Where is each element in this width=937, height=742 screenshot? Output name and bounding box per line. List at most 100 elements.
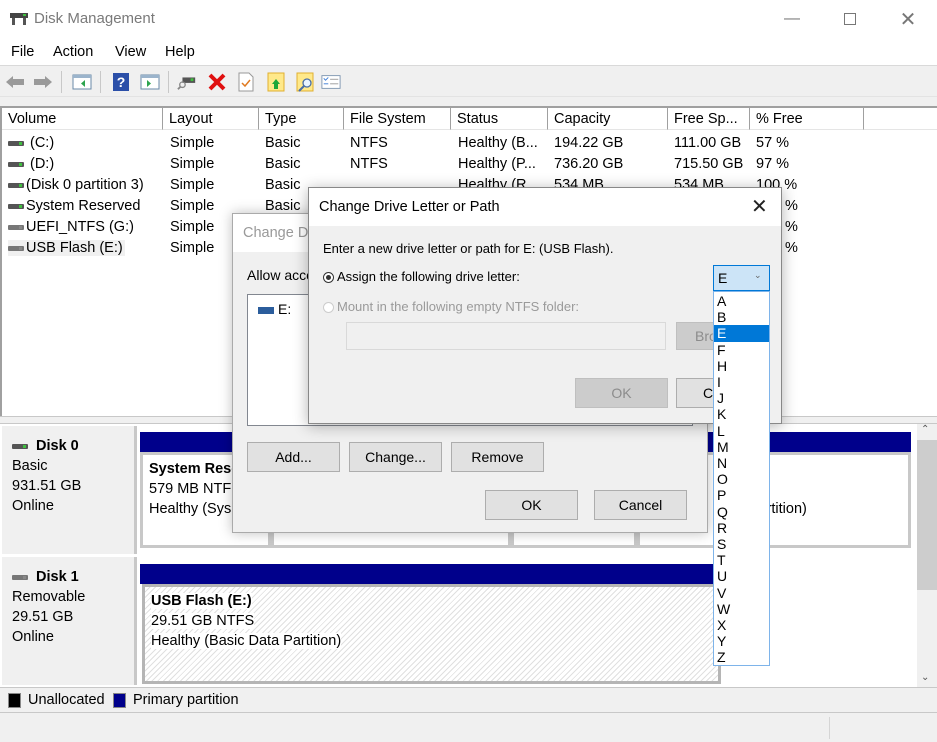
- drive-letter-option[interactable]: P: [714, 487, 769, 503]
- drive-letter-option[interactable]: U: [714, 568, 769, 584]
- check-button[interactable]: [236, 72, 256, 92]
- drive-letter-option[interactable]: N: [714, 455, 769, 471]
- pct-cell: %: [785, 240, 798, 256]
- dialog-prompt: Enter a new drive letter or path for E: …: [323, 241, 614, 256]
- menu-bar: File Action View Help: [0, 38, 937, 66]
- scrollbar-thumb[interactable]: [917, 440, 937, 590]
- drive-letter-option[interactable]: Y: [714, 633, 769, 649]
- scroll-up-icon[interactable]: ⌃: [921, 424, 929, 435]
- drive-letter-option[interactable]: S: [714, 536, 769, 552]
- change-drive-letter-or-path-dialog: Change Drive Letter or Path ✕ Enter a ne…: [308, 187, 782, 424]
- menu-action[interactable]: Action: [53, 44, 93, 60]
- show-hide-console-tree-icon: [72, 74, 92, 90]
- drive-letter-option[interactable]: B: [714, 309, 769, 325]
- drive-letter-option[interactable]: Z: [714, 649, 769, 665]
- drive-icon: [8, 140, 24, 146]
- partition-usb-flash[interactable]: USB Flash (E:) 29.51 GB NTFS Healthy (Ba…: [142, 584, 721, 684]
- close-button[interactable]: ✕: [879, 0, 937, 38]
- maximize-button[interactable]: [821, 0, 879, 38]
- disk-kind: Removable: [12, 589, 86, 605]
- drive-letter-option[interactable]: W: [714, 601, 769, 617]
- delete-icon: [208, 73, 226, 91]
- ok-button[interactable]: OK: [485, 490, 578, 520]
- drive-letter-option[interactable]: J: [714, 390, 769, 406]
- mount-folder-radio[interactable]: [323, 302, 334, 313]
- drive-letter-option[interactable]: Q: [714, 504, 769, 520]
- disk-management-app-icon: [10, 13, 28, 25]
- minimize-button[interactable]: —: [763, 0, 821, 38]
- drive-letter-option[interactable]: A: [714, 293, 769, 309]
- folder-path-input[interactable]: [346, 322, 666, 350]
- disk-1-label[interactable]: Disk 1 Removable 29.51 GB Online: [2, 557, 137, 685]
- mount-folder-label[interactable]: Mount in the following empty NTFS folder…: [337, 299, 579, 314]
- layout-cell: Simple: [170, 135, 215, 151]
- column-header-empty: [864, 108, 937, 130]
- disk-0-label[interactable]: Disk 0 Basic 931.51 GB Online: [2, 426, 137, 554]
- remove-button[interactable]: Remove: [451, 442, 544, 472]
- drive-letter-option[interactable]: V: [714, 585, 769, 601]
- usb-drive-icon: [258, 306, 274, 314]
- column-header-capacity[interactable]: Capacity: [548, 108, 668, 130]
- window-title: Disk Management: [34, 10, 155, 27]
- back-button[interactable]: [5, 72, 25, 92]
- disk-name: Disk 0: [36, 438, 79, 454]
- forward-button[interactable]: [33, 72, 53, 92]
- cancel-button[interactable]: Cancel: [594, 490, 687, 520]
- connect-drive-button[interactable]: [177, 72, 197, 92]
- column-header-percent-free[interactable]: % Free: [750, 108, 864, 130]
- scroll-down-icon[interactable]: ⌄: [921, 672, 929, 683]
- capacity-cell: 736.20 GB: [554, 156, 624, 172]
- column-header-type[interactable]: Type: [259, 108, 344, 130]
- add-button[interactable]: Add...: [247, 442, 340, 472]
- volume-name: UEFI_NTFS (G:): [26, 219, 134, 235]
- ok-button[interactable]: OK: [575, 378, 668, 408]
- assign-letter-label[interactable]: Assign the following drive letter:: [337, 269, 520, 284]
- assign-letter-radio[interactable]: [323, 272, 334, 283]
- show-hide-console-tree-button[interactable]: [72, 72, 92, 92]
- change-button[interactable]: Change...: [349, 442, 442, 472]
- drive-letter-option[interactable]: O: [714, 471, 769, 487]
- fs-cell: NTFS: [350, 156, 388, 172]
- properties-list-button[interactable]: [321, 72, 341, 92]
- table-row[interactable]: (C:) Simple Basic NTFS Healthy (B... 194…: [2, 133, 937, 154]
- export-up-button[interactable]: [266, 72, 286, 92]
- drive-letter-option[interactable]: X: [714, 617, 769, 633]
- drive-letter-option[interactable]: F: [714, 342, 769, 358]
- status-bar: [0, 713, 937, 742]
- drive-letter-option[interactable]: I: [714, 374, 769, 390]
- column-header-volume[interactable]: Volume: [2, 108, 163, 130]
- drive-letter-option[interactable]: R: [714, 520, 769, 536]
- help-button[interactable]: ?: [111, 72, 131, 92]
- drive-letter-option[interactable]: E: [714, 325, 769, 342]
- list-item[interactable]: E:: [258, 301, 291, 317]
- menu-help[interactable]: Help: [165, 44, 195, 60]
- search-folder-button[interactable]: [295, 72, 315, 92]
- column-header-status[interactable]: Status: [451, 108, 548, 130]
- disk-size: 931.51 GB: [12, 478, 82, 494]
- column-header-layout[interactable]: Layout: [163, 108, 259, 130]
- type-cell: Basic: [265, 156, 301, 172]
- drive-icon: [8, 224, 24, 230]
- show-hide-action-pane-button[interactable]: [140, 72, 160, 92]
- drive-icon: [8, 182, 24, 188]
- cancel-button[interactable]: C: [676, 378, 716, 408]
- browse-button[interactable]: Bro: [676, 322, 716, 350]
- drive-letter-select[interactable]: E ⌄: [713, 265, 770, 291]
- dialog-close-icon[interactable]: ✕: [751, 194, 768, 219]
- show-hide-action-pane-icon: [140, 74, 160, 90]
- allow-access-label: Allow acce: [247, 267, 314, 283]
- table-row[interactable]: (D:) Simple Basic NTFS Healthy (P... 736…: [2, 154, 937, 175]
- drive-icon: [8, 161, 24, 167]
- drive-letter-option[interactable]: H: [714, 358, 769, 374]
- drive-letter-option[interactable]: K: [714, 406, 769, 422]
- menu-file[interactable]: File: [11, 44, 34, 60]
- column-header-free-space[interactable]: Free Sp...: [668, 108, 750, 130]
- column-header-file-system[interactable]: File System: [344, 108, 451, 130]
- drive-letter-option[interactable]: T: [714, 552, 769, 568]
- drive-letter-option[interactable]: M: [714, 439, 769, 455]
- drive-letter-option[interactable]: L: [714, 423, 769, 439]
- legend-swatch-primary: [113, 693, 126, 708]
- delete-button[interactable]: [207, 72, 227, 92]
- menu-view[interactable]: View: [115, 44, 146, 60]
- connect-drive-icon: [177, 77, 196, 90]
